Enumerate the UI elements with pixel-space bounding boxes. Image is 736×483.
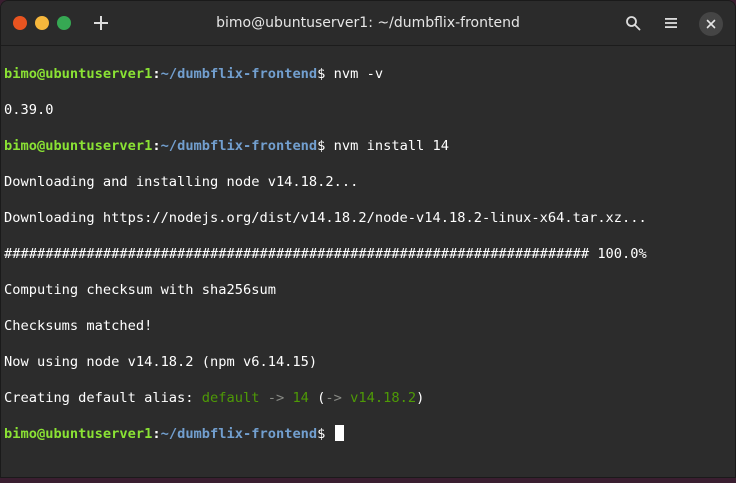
prompt-colon: : xyxy=(152,138,161,154)
alias-version: 14 xyxy=(292,390,309,406)
text-cursor xyxy=(334,425,344,441)
alias-paren-close: ) xyxy=(416,390,425,406)
alias-paren-open: ( xyxy=(308,390,326,406)
prompt-dollar: $ xyxy=(317,66,334,82)
prompt-dollar: $ xyxy=(317,138,334,154)
alias-arrow: -> xyxy=(325,390,351,406)
alias-full-version: v14.18.2 xyxy=(350,390,417,406)
alias-name: default xyxy=(201,390,260,406)
plus-icon[interactable] xyxy=(93,15,109,31)
terminal-line: Checksums matched! xyxy=(4,318,153,334)
prompt-colon: : xyxy=(152,66,161,82)
maximize-window-button[interactable] xyxy=(57,16,71,30)
terminal-line: 0.39.0 xyxy=(4,102,54,118)
alias-arrow: -> xyxy=(259,390,293,406)
terminal-line: bimo@ubuntuserver1:~/dumbflix-frontend$ … xyxy=(4,137,735,155)
terminal-line: Creating default alias: default -> 14 (-… xyxy=(4,389,735,407)
minimize-window-button[interactable] xyxy=(35,16,49,30)
terminal-line: Downloading https://nodejs.org/dist/v14.… xyxy=(4,210,647,226)
title-bar[interactable]: bimo@ubuntuserver1: ~/dumbflix-frontend xyxy=(1,1,735,46)
alias-prefix: Creating default alias: xyxy=(4,390,202,406)
prompt-user-host: bimo@ubuntuserver1 xyxy=(4,66,153,82)
prompt-user-host: bimo@ubuntuserver1 xyxy=(4,426,153,442)
progress-line: ########################################… xyxy=(4,246,647,262)
title-bar-tools xyxy=(619,9,723,37)
prompt-path: ~/dumbflix-frontend xyxy=(160,66,318,82)
prompt-user-host: bimo@ubuntuserver1 xyxy=(4,138,153,154)
close-icon[interactable] xyxy=(699,12,723,36)
prompt-path: ~/dumbflix-frontend xyxy=(160,138,318,154)
command-text: nvm install 14 xyxy=(333,138,450,154)
terminal-output[interactable]: bimo@ubuntuserver1:~/dumbflix-frontend$ … xyxy=(1,46,735,477)
terminal-window: bimo@ubuntuserver1: ~/dumbflix-frontend xyxy=(0,0,736,478)
prompt-colon: : xyxy=(152,426,161,442)
terminal-line: Downloading and installing node v14.18.2… xyxy=(4,174,359,190)
prompt-path: ~/dumbflix-frontend xyxy=(160,426,318,442)
search-icon[interactable] xyxy=(619,9,647,37)
command-text: nvm -v xyxy=(333,66,384,82)
prompt-dollar: $ xyxy=(317,426,334,442)
close-window-button[interactable] xyxy=(13,16,27,30)
terminal-line: Now using node v14.18.2 (npm v6.14.15) xyxy=(4,354,318,370)
hamburger-menu-icon[interactable] xyxy=(657,9,685,37)
window-controls xyxy=(13,16,71,30)
terminal-line: Computing checksum with sha256sum xyxy=(4,282,276,298)
terminal-line: bimo@ubuntuserver1:~/dumbflix-frontend$ … xyxy=(4,65,735,83)
terminal-line: bimo@ubuntuserver1:~/dumbflix-frontend$ xyxy=(4,425,735,443)
